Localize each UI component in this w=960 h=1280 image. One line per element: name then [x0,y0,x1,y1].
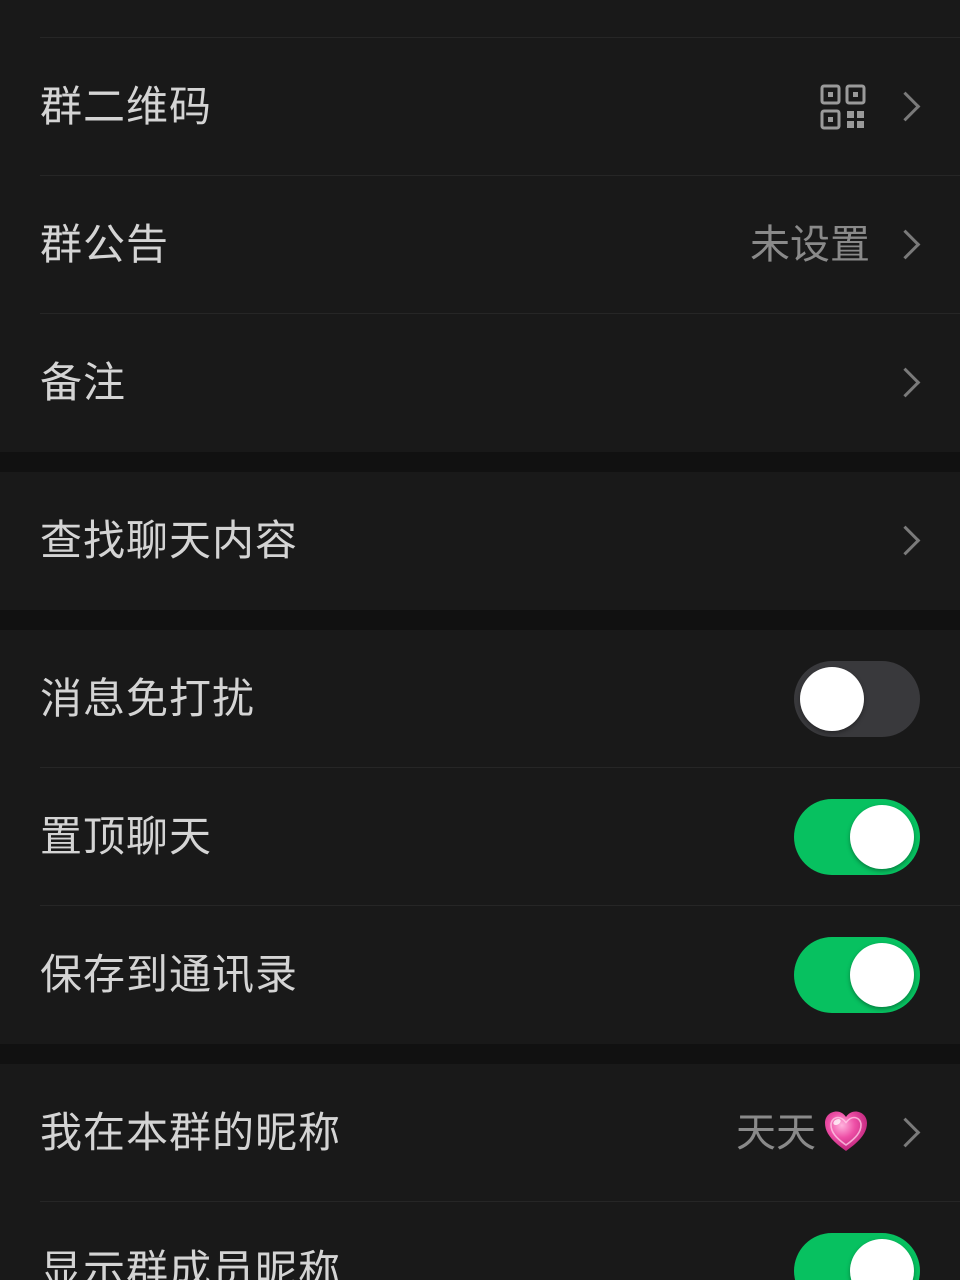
remark-row[interactable]: 备注 [0,314,960,452]
toggle-knob [850,943,914,1007]
mute-notifications-label: 消息免打扰 [40,674,256,723]
show-member-nicknames-label: 显示群成员昵称 [40,1246,342,1280]
my-group-nickname-row[interactable]: 我在本群的昵称 天天 [0,1064,960,1202]
remark-label: 备注 [40,358,127,407]
group-qr-code-label: 群二维码 [40,82,213,131]
toggle-knob [850,805,914,869]
my-group-nickname-value: 天天 [736,1064,870,1202]
chevron-right-icon [890,91,921,122]
toggle-knob [800,667,864,731]
save-to-contacts-label: 保存到通讯录 [40,950,299,999]
mute-notifications-toggle[interactable] [794,661,920,737]
pin-chat-toggle[interactable] [794,799,920,875]
search-section: 查找聊天内容 [0,472,960,610]
group-info-section: 群二维码 群公告 未设置 备注 [0,38,960,452]
chevron-right-icon [890,229,921,260]
chevron-right-icon [890,367,921,398]
group-announcement-label: 群公告 [40,220,170,269]
show-member-nicknames-row: 显示群成员昵称 [0,1202,960,1280]
chevron-right-icon [890,1117,921,1148]
nickname-section: 我在本群的昵称 天天 显示群成员昵称 [0,1064,960,1280]
chevron-right-icon [890,525,921,556]
group-announcement-row[interactable]: 群公告 未设置 [0,176,960,314]
chat-info-screen: 群二维码 群公告 未设置 备注 查找聊天内容 消息免打扰 置顶聊天 保存到通讯录… [0,0,960,1280]
qr-code-icon [820,84,866,130]
toggle-knob [850,1239,914,1280]
show-member-nicknames-toggle[interactable] [794,1233,920,1280]
pin-chat-label: 置顶聊天 [40,812,213,861]
group-announcement-value: 未设置 [750,222,870,268]
group-qr-code-row[interactable]: 群二维码 [0,38,960,176]
mute-notifications-row: 消息免打扰 [0,630,960,768]
pin-chat-row: 置顶聊天 [0,768,960,906]
find-chat-content-row[interactable]: 查找聊天内容 [0,472,960,610]
my-group-nickname-label: 我在本群的昵称 [40,1108,342,1157]
save-to-contacts-row: 保存到通讯录 [0,906,960,1044]
save-to-contacts-toggle[interactable] [794,937,920,1013]
chat-settings-section: 消息免打扰 置顶聊天 保存到通讯录 [0,630,960,1044]
find-chat-content-label: 查找聊天内容 [40,516,299,565]
top-group-edge [0,0,960,38]
heart-icon [825,1111,867,1151]
my-group-nickname-text: 天天 [736,1110,816,1156]
